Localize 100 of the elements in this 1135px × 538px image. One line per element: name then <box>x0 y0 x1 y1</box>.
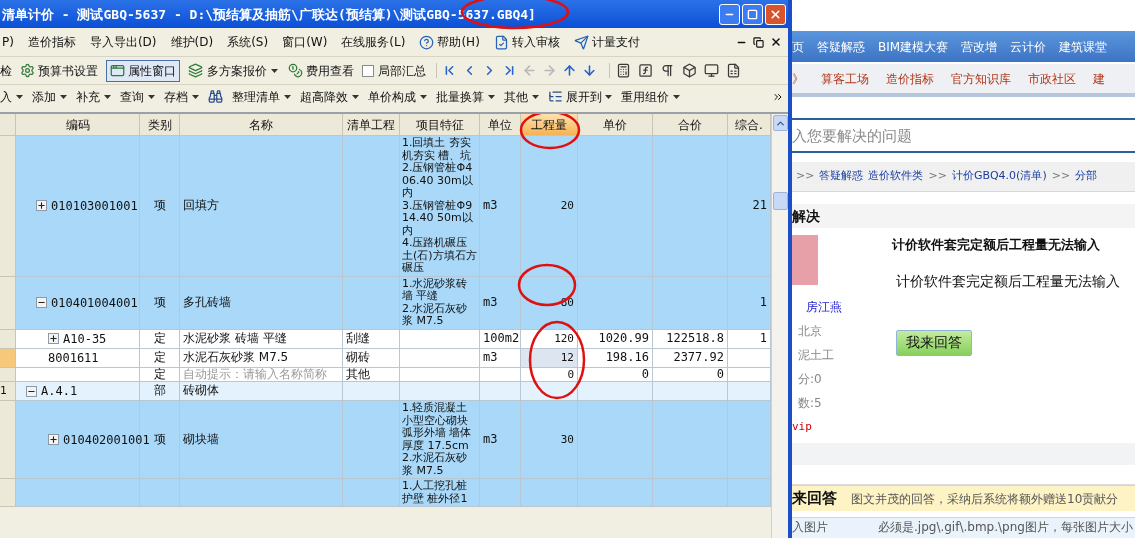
close-icon <box>769 7 782 21</box>
cube-icon[interactable] <box>682 63 697 78</box>
nav-link[interactable]: 建 <box>1093 69 1105 88</box>
toolbar-dropdown[interactable]: 单价构成 <box>368 87 427 106</box>
close-icon[interactable] <box>770 36 782 48</box>
toolbar-dropdown[interactable]: 存档 <box>164 87 199 106</box>
search-field[interactable]: 入您要解决的问题 <box>792 118 1135 153</box>
close-button[interactable] <box>765 3 786 25</box>
nav-link[interactable]: 算客工场 <box>821 69 869 88</box>
nav-link[interactable]: BIM建模大赛 <box>878 37 949 56</box>
toolbar-dropdown[interactable]: 入 <box>0 87 23 106</box>
unit-price-cell: 198.16 <box>578 348 653 368</box>
toolbar-button[interactable]: 预算书设置 <box>18 61 100 80</box>
total-cell: 2377.92 <box>653 348 728 368</box>
plus-icon <box>37 201 46 211</box>
restore-icon[interactable] <box>753 36 764 48</box>
nav-link[interactable]: 云计价 <box>1010 37 1047 56</box>
quantity-text: 120 <box>554 332 574 345</box>
calculator-icon[interactable] <box>616 63 631 78</box>
expand-toggle[interactable] <box>48 333 59 344</box>
unit-price-cell: 1020.99 <box>578 329 653 349</box>
menu-item[interactable]: 帮助(H) <box>419 33 480 51</box>
upload-note: 必须是.jpg\.gif\.bmp.\png图片，每张图片大小 <box>878 519 1133 536</box>
menu-item[interactable]: P) <box>2 33 14 51</box>
nav-link[interactable]: 页 <box>792 37 804 56</box>
nav-link[interactable]: 》 <box>792 69 804 88</box>
user-info: 泥土工 <box>798 347 835 364</box>
menu-item[interactable]: 在线服务(L) <box>341 33 406 51</box>
nav-link[interactable]: 营改增 <box>961 37 998 56</box>
monitor-icon[interactable] <box>704 63 719 78</box>
toolbar-dropdown[interactable]: 添加 <box>32 87 67 106</box>
code-text: 010401004001 <box>51 294 138 312</box>
type-cell: 项 <box>140 136 180 277</box>
menu-item[interactable]: 导入导出(D) <box>89 33 157 51</box>
toolbar-dropdown[interactable]: 超高降效 <box>300 87 359 106</box>
caret-icon <box>420 94 427 99</box>
menu-item[interactable]: 系统(S) <box>227 33 269 51</box>
toolbar-dropdown[interactable]: 批量换算 <box>436 87 495 106</box>
nav-link[interactable]: 市政社区 <box>1028 69 1076 88</box>
nav-link[interactable]: 建筑课堂 <box>1059 37 1108 56</box>
toolbar-dropdown[interactable]: 多方案报价 <box>186 61 280 80</box>
expand-toggle[interactable] <box>36 200 47 212</box>
function-icon[interactable] <box>638 63 653 78</box>
type-cell: 定 <box>140 348 180 368</box>
menu-item[interactable]: 窗口(W) <box>282 33 328 51</box>
user-name[interactable]: 房江燕 <box>806 295 892 319</box>
breadcrumb-link[interactable]: 分部 <box>1075 168 1098 185</box>
toolbar-dropdown[interactable]: 其他 <box>504 87 539 106</box>
feature-line: 3.压钢管桩Φ914.40 50m以内 <box>402 199 474 237</box>
caret-icon <box>148 94 155 99</box>
toolbar-dropdown[interactable]: 展开到 <box>548 87 612 106</box>
toolbar-dropdown[interactable]: 补充 <box>76 87 111 106</box>
checkbox-label: 局部汇总 <box>378 62 426 80</box>
answer-button[interactable]: 我来回答 <box>896 329 972 356</box>
toolbar-label: 检 <box>0 62 12 80</box>
plus-icon <box>49 435 58 444</box>
breadcrumb-link[interactable]: 计价GBQ4.0(清单) <box>951 168 1047 185</box>
checkbox[interactable] <box>362 64 374 77</box>
list-project-cell: 砌砖 <box>343 348 400 368</box>
minimize-button[interactable] <box>719 3 740 25</box>
caret-icon <box>271 68 278 73</box>
toolbar-toggle[interactable]: 属性窗口 <box>106 59 180 82</box>
toolbar-button[interactable]: 费用查看 <box>286 61 356 80</box>
breadcrumb-separator: >> <box>796 168 815 185</box>
nav-link[interactable]: 答疑解惑 <box>817 37 865 56</box>
menu-item[interactable]: 维护(D) <box>170 33 214 51</box>
sheet-icon[interactable] <box>726 63 741 78</box>
section-header: 解决 <box>792 204 1135 228</box>
type-cell: 定 <box>140 329 180 349</box>
arrow-down-icon[interactable] <box>582 63 597 78</box>
tree-icon <box>548 89 563 104</box>
breadcrumb-link[interactable]: 造价软件类 <box>868 168 924 185</box>
menu-item[interactable]: 计量支付 <box>573 33 640 51</box>
pilcrow-icon[interactable] <box>660 63 675 78</box>
maximize-button[interactable] <box>742 3 763 25</box>
nav-link[interactable]: 造价指标 <box>886 69 934 88</box>
feature-line: 1.人工挖孔桩护壁 桩外径1 <box>402 480 469 505</box>
layers-icon <box>188 63 203 78</box>
nav-link[interactable]: 官方知识库 <box>951 69 1011 88</box>
binoculars-icon[interactable] <box>208 89 223 104</box>
scroll-up-button[interactable] <box>772 115 788 131</box>
menu-item[interactable]: 转入审核 <box>493 33 560 51</box>
breadcrumb-separator: >> <box>928 168 947 185</box>
name-cell: 多孔砖墙 <box>180 276 343 330</box>
breadcrumb-link[interactable]: 答疑解惑 <box>819 168 864 185</box>
expand-toggle[interactable] <box>26 385 37 397</box>
toolbar-dropdown[interactable]: 查询 <box>120 87 155 106</box>
toolbar-dropdown[interactable]: 整理清单 <box>232 87 291 106</box>
caret-icon <box>352 94 359 99</box>
scrollbar[interactable] <box>771 114 788 538</box>
toolbar-dropdown[interactable]: 重用组价 <box>621 87 680 106</box>
user-info: 数:5 <box>798 395 823 412</box>
caret-icon <box>192 94 199 99</box>
user-level-text: vip <box>792 419 813 435</box>
user-info: 分:0 <box>798 371 823 388</box>
expand-toggle[interactable] <box>48 434 59 445</box>
user-info: 北京 <box>798 323 823 340</box>
expand-toggle[interactable] <box>36 297 47 308</box>
menu-item[interactable]: 造价指标 <box>27 33 76 51</box>
scroll-thumb[interactable] <box>772 192 788 210</box>
